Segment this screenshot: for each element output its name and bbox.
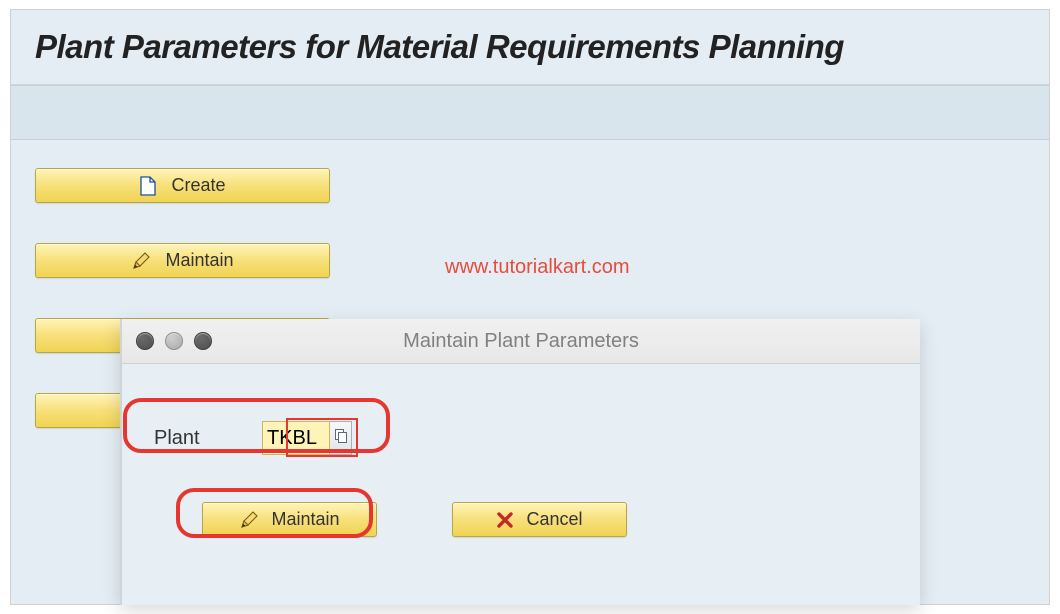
new-document-icon [139,176,157,196]
plant-input[interactable] [262,421,330,455]
cancel-icon [496,511,514,529]
dialog-title: Maintain Plant Parameters [122,330,920,353]
maintain-button[interactable]: Maintain [35,243,330,278]
dialog-maintain-button[interactable]: Maintain [202,502,377,537]
create-button-label: Create [171,175,225,196]
plant-input-group [262,421,352,455]
create-button[interactable]: Create [35,168,330,203]
pencil-icon [131,251,151,271]
plant-field-row: Plant [142,414,900,462]
pencil-icon [239,510,259,530]
cancel-button-label: Cancel [526,509,582,530]
window-controls [122,332,212,350]
dialog-body: Plant [122,364,920,557]
maintain-button-label: Maintain [165,250,233,271]
minimize-window-icon[interactable] [165,332,183,350]
maintain-plant-parameters-dialog: Maintain Plant Parameters Plant [120,319,920,605]
zoom-window-icon[interactable] [194,332,212,350]
close-window-icon[interactable] [136,332,154,350]
cancel-button[interactable]: Cancel [452,502,627,537]
plant-label: Plant [154,427,262,450]
page-title: Plant Parameters for Material Requiremen… [35,28,1025,66]
toolbar-area [11,85,1049,140]
dialog-maintain-label: Maintain [271,509,339,530]
dialog-titlebar: Maintain Plant Parameters [122,319,920,364]
title-bar: Plant Parameters for Material Requiremen… [11,10,1049,85]
value-help-icon [334,428,348,449]
dialog-button-row: Maintain Cancel [142,502,900,537]
value-help-button[interactable] [330,421,352,455]
